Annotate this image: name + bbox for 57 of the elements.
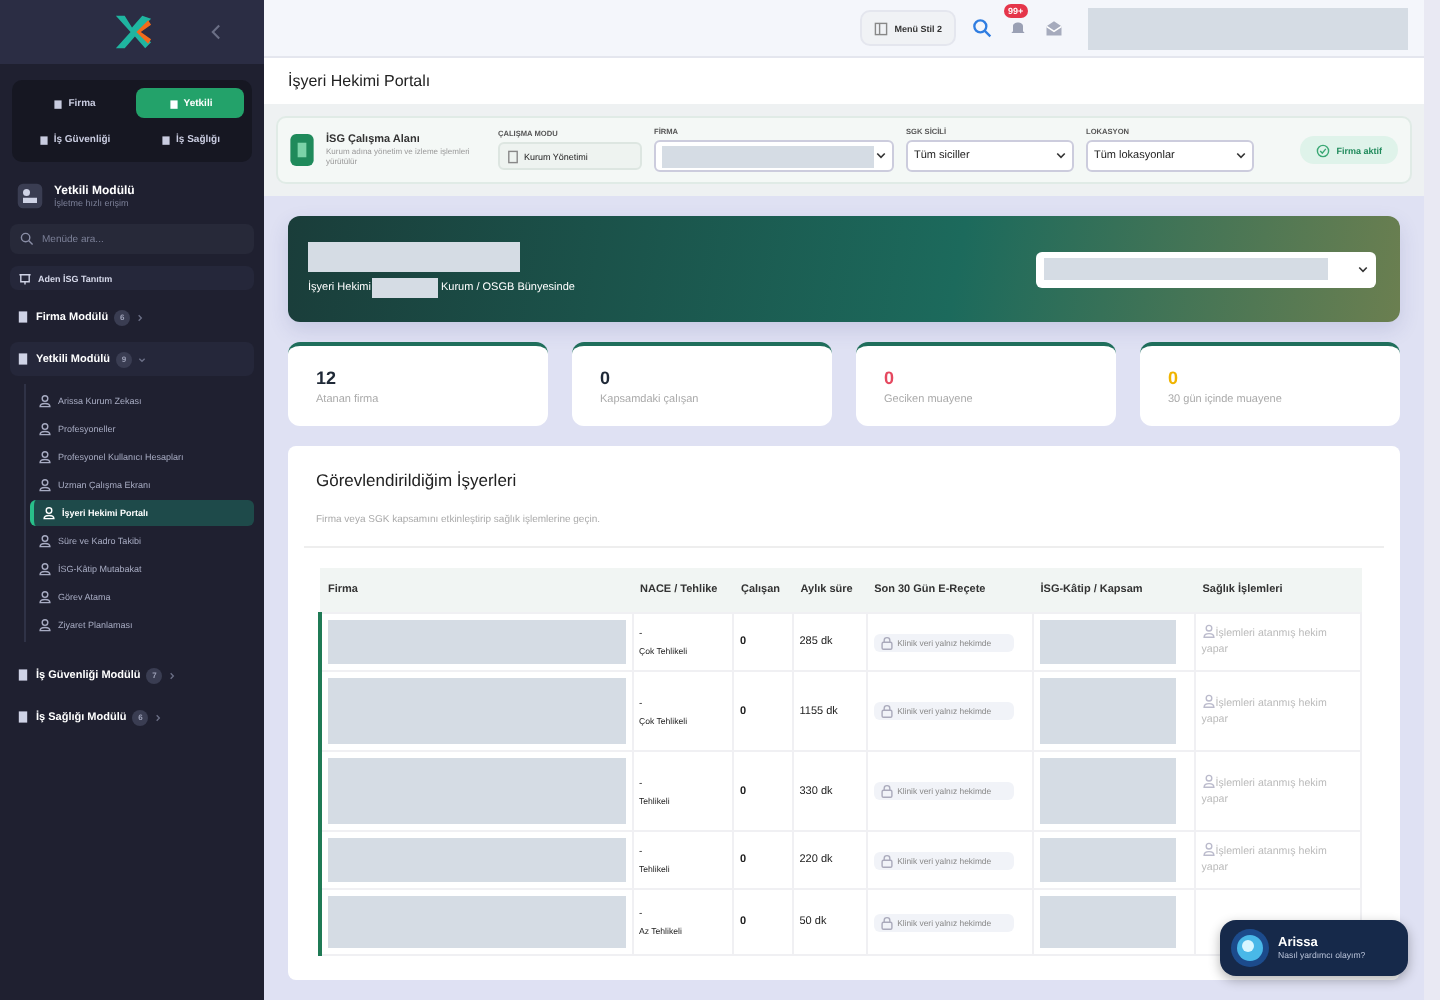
- building-icon: [16, 668, 30, 682]
- person-icon: [38, 450, 52, 464]
- stat-value: 12: [316, 367, 339, 387]
- person-icon: [1201, 773, 1216, 788]
- building-icon: [506, 149, 520, 163]
- caret-icon: [876, 152, 886, 160]
- redacted-block: [1039, 758, 1176, 824]
- building-icon: [16, 352, 30, 366]
- person-icon: [38, 590, 52, 604]
- stat-value: 0: [1168, 367, 1181, 387]
- redacted-block: [1039, 620, 1176, 664]
- module-icon: [16, 182, 44, 210]
- institution-select[interactable]: [1036, 251, 1376, 287]
- redacted-block: [1039, 896, 1176, 948]
- person-icon: [38, 534, 52, 548]
- role-icon: [160, 133, 173, 145]
- building-icon: [16, 310, 30, 324]
- firm-select[interactable]: [654, 140, 894, 172]
- redacted-block: [1039, 678, 1176, 744]
- building-icon: [16, 710, 30, 724]
- mail-icon[interactable]: [1044, 18, 1064, 39]
- person-icon: [1201, 842, 1216, 857]
- search-icon[interactable]: [972, 18, 992, 39]
- caret-icon: [1236, 152, 1246, 160]
- lock-icon: [879, 635, 894, 649]
- chevron-icon: [137, 355, 146, 363]
- search-icon: [20, 232, 34, 246]
- lock-icon: [879, 704, 894, 718]
- person-icon: [38, 562, 52, 576]
- person-icon: [38, 394, 52, 408]
- collapse-icon[interactable]: [208, 22, 224, 42]
- person-icon: [38, 478, 52, 492]
- lock-icon: [879, 784, 894, 798]
- person-icon: [1201, 693, 1216, 708]
- caret-icon: [1358, 265, 1368, 273]
- workspace-icon: [290, 134, 314, 166]
- card-title: Görevlendirildiğim İşyerleri: [316, 470, 519, 490]
- person-icon: [1201, 624, 1216, 639]
- caret-icon: [1056, 152, 1066, 160]
- page-title: İşyeri Hekimi Portalı: [288, 72, 431, 91]
- stat-value: 0: [884, 367, 897, 387]
- layout-icon: [874, 21, 889, 36]
- stat-value: 0: [600, 367, 613, 387]
- role-icon: [52, 97, 65, 109]
- person-icon: [38, 422, 52, 436]
- check-circle-icon: [1316, 143, 1331, 157]
- lock-icon: [879, 853, 894, 867]
- person-icon: [42, 506, 56, 520]
- person-icon: [38, 618, 52, 632]
- redacted-block: [372, 277, 439, 297]
- bell-icon[interactable]: [1008, 18, 1028, 39]
- role-icon: [37, 133, 50, 145]
- orb-icon: [1230, 928, 1270, 968]
- presentation-icon: [18, 271, 32, 285]
- role-icon: [167, 97, 180, 109]
- redacted-block: [1039, 838, 1176, 882]
- lock-icon: [879, 915, 894, 929]
